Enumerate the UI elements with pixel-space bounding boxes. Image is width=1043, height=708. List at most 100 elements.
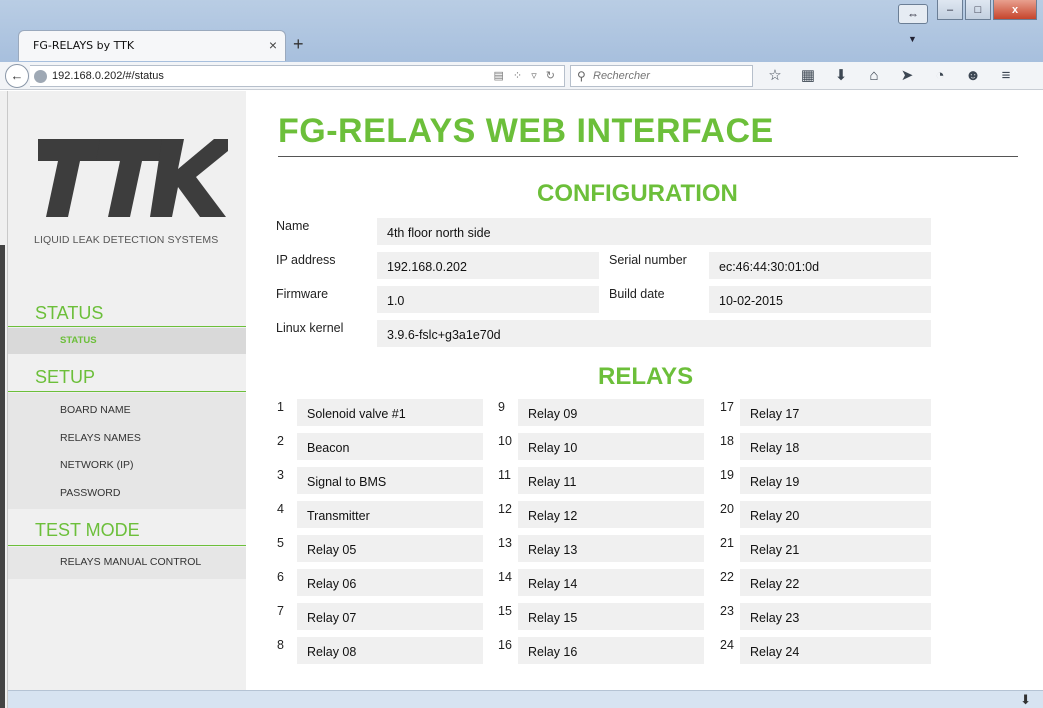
bookmark-star-icon[interactable]: ☆ [765,66,785,86]
minimize-button[interactable]: – [937,0,963,20]
relay-number: 18 [720,434,734,448]
url-bar-icons[interactable]: ▤ ⁘ ▿ ↻ [493,69,558,82]
browser-navbar: ← 192.168.0.202/#/status ▤ ⁘ ▿ ↻ ⚲ ☆ ▦ ⬇… [0,62,1043,90]
chat-icon[interactable]: ☻ [963,66,983,86]
nav-item-board-name[interactable]: BOARD NAME [8,399,246,421]
relay-number: 4 [277,502,284,516]
serial-number-label: Serial number [609,253,687,267]
linux-kernel-label: Linux kernel [276,321,344,335]
relay-name: Relay 21 [740,535,931,562]
firmware-value: 1.0 [377,286,599,313]
relay-number: 7 [277,604,284,618]
restore-layout-icon[interactable]: ⇔ [898,4,928,24]
relay-name: Relay 07 [297,603,483,630]
menu-icon[interactable]: ≡ [996,66,1016,86]
relay-name: Relay 09 [518,399,704,426]
name-label: Name [276,219,310,233]
nav-item-relays-names[interactable]: RELAYS NAMES [8,427,246,449]
relay-name: Signal to BMS [297,467,483,494]
relay-number: 10 [498,434,512,448]
nav-item-network[interactable]: NETWORK (IP) [8,454,246,476]
logo-tagline: LIQUID LEAK DETECTION SYSTEMS [34,234,219,246]
search-icon: ⚲ [577,69,586,83]
back-arrow-icon[interactable]: ← [5,64,29,88]
relay-name: Relay 20 [740,501,931,528]
nav-item-password[interactable]: PASSWORD [8,482,246,504]
relay-number: 11 [498,468,511,482]
ttk-logo [38,139,228,217]
relay-number: 12 [498,502,512,516]
relay-number: 19 [720,468,734,482]
browser-titlebar: FG-RELAYS by TTK × + ⇔ ▼ – □ x [0,0,1043,62]
relay-name: Relay 15 [518,603,704,630]
test-mode-menu: RELAYS MANUAL CONTROL [8,547,246,579]
relay-name: Transmitter [297,501,483,528]
history-icon[interactable]: ◔ [930,66,950,86]
relay-name: Relay 06 [297,569,483,596]
relay-number: 6 [277,570,284,584]
download-arrow-icon[interactable]: ⬇ [831,66,851,86]
chevron-down-icon[interactable]: ▼ [908,34,917,44]
tab-title: FG-RELAYS by TTK [33,39,135,52]
download-icon[interactable]: ⬇ [1020,692,1031,708]
relay-number: 16 [498,638,512,652]
relay-name: Relay 17 [740,399,931,426]
setup-menu: BOARD NAME RELAYS NAMES NETWORK (IP) PAS… [8,393,246,509]
url-text[interactable]: 192.168.0.202/#/status [52,70,164,82]
relay-number: 15 [498,604,512,618]
browser-statusbar: ⬇ [8,690,1043,708]
relay-name: Relay 11 [518,467,704,494]
relay-number: 3 [277,468,284,482]
close-window-button[interactable]: x [993,0,1037,20]
relay-name: Relay 16 [518,637,704,664]
relay-number: 23 [720,604,734,618]
tab-close-icon[interactable]: × [269,37,277,53]
relay-number: 17 [720,400,734,414]
name-value: 4th floor north side [377,218,931,245]
ip-address-label: IP address [276,253,336,267]
search-bar[interactable]: ⚲ [570,65,753,87]
relay-name: Relay 13 [518,535,704,562]
relay-name: Solenoid valve #1 [297,399,483,426]
relay-number: 13 [498,536,512,550]
relay-name: Relay 08 [297,637,483,664]
url-bar[interactable]: 192.168.0.202/#/status ▤ ⁘ ▿ ↻ [30,65,565,87]
firmware-label: Firmware [276,287,329,301]
linux-kernel-value: 3.9.6-fslc+g3a1e70d [377,320,931,347]
relay-number: 22 [720,570,734,584]
nav-heading-status[interactable]: STATUS [8,299,246,327]
page-title: FG-RELAYS WEB INTERFACE [278,112,774,150]
send-icon[interactable]: ➤ [897,66,917,86]
relay-name: Relay 19 [740,467,931,494]
relay-number: 14 [498,570,512,584]
relay-name: Relay 18 [740,433,931,460]
build-date-label: Build date [609,287,665,301]
browser-tab[interactable]: FG-RELAYS by TTK × [18,30,286,61]
nav-heading-test-mode[interactable]: TEST MODE [8,511,246,546]
window-left-shadow [0,245,5,708]
relay-number: 5 [277,536,284,550]
reading-list-icon[interactable]: ▦ [798,66,818,86]
relay-number: 20 [720,502,734,516]
relay-name: Relay 12 [518,501,704,528]
relay-name: Relay 23 [740,603,931,630]
ip-address-value: 192.168.0.202 [377,252,599,279]
relay-number: 2 [277,434,284,448]
relay-name: Beacon [297,433,483,460]
globe-icon [34,70,47,83]
build-date-value: 10-02-2015 [709,286,931,313]
relay-number: 1 [277,400,284,414]
relay-name: Relay 24 [740,637,931,664]
relay-number: 9 [498,400,505,414]
configuration-heading: CONFIGURATION [537,180,738,207]
home-icon[interactable]: ⌂ [864,66,884,86]
nav-heading-setup[interactable]: SETUP [8,362,246,392]
maximize-button[interactable]: □ [965,0,991,20]
new-tab-button[interactable]: + [293,34,304,55]
relay-name: Relay 14 [518,569,704,596]
relay-name: Relay 22 [740,569,931,596]
nav-item-status[interactable]: STATUS [8,328,246,354]
relay-number: 8 [277,638,284,652]
search-input[interactable] [593,68,748,84]
nav-item-relays-manual-control[interactable]: RELAYS MANUAL CONTROL [8,551,246,573]
